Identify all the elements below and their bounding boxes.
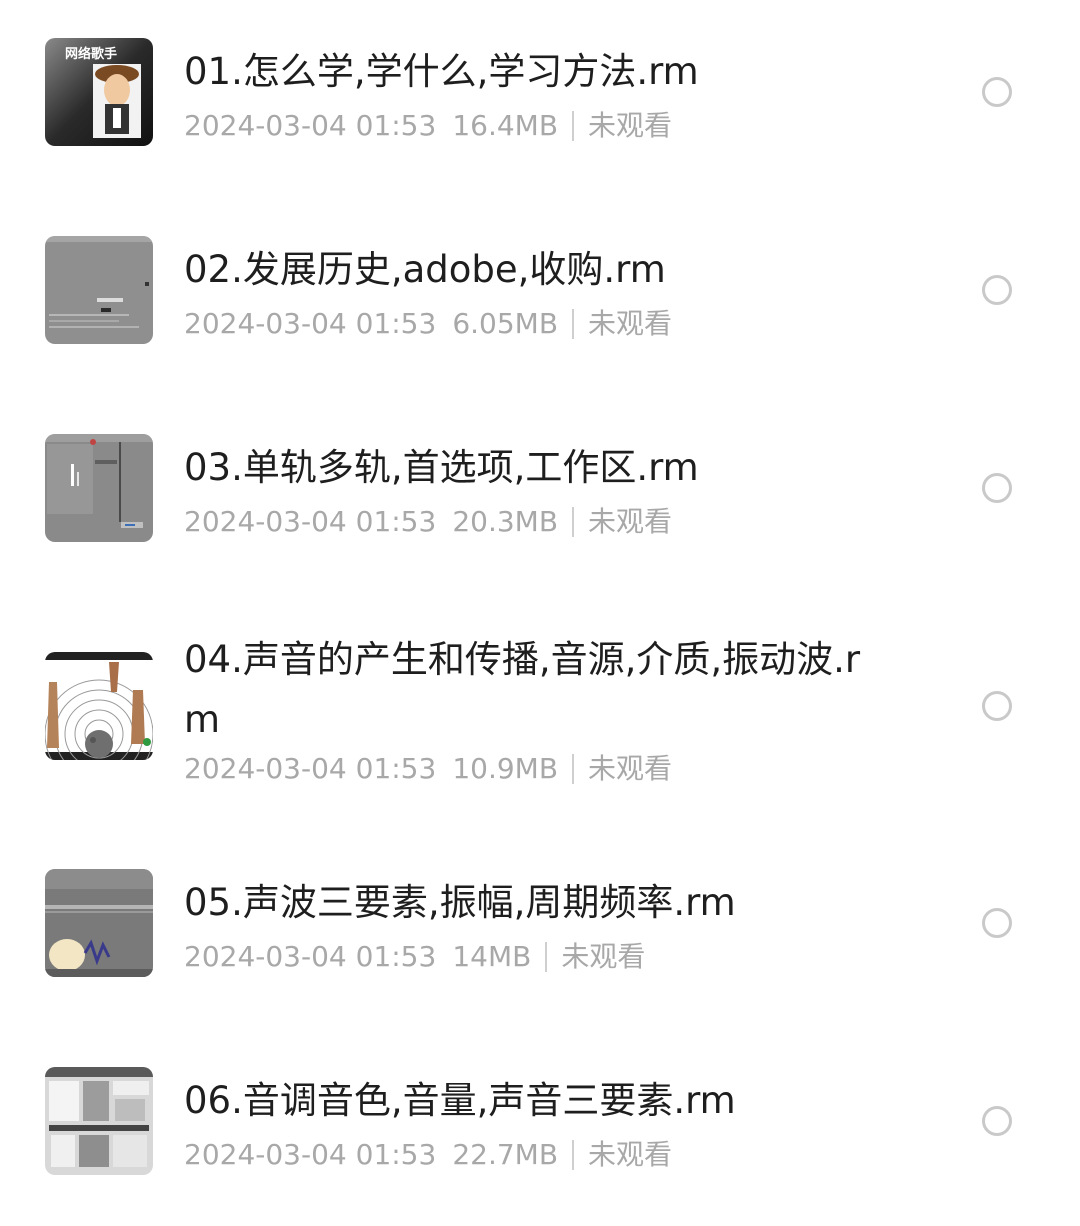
file-title: 02.发展历史,adobe,收购.rm <box>184 248 666 291</box>
meta-divider <box>545 942 548 972</box>
meta-divider <box>572 309 575 339</box>
meta-divider <box>572 111 575 141</box>
file-meta: 2024-03-04 01:53 16.4MB 未观看 <box>184 106 672 146</box>
file-list-item[interactable]: 03.单轨多轨,首选项,工作区.rm 2024-03-04 01:53 20.3… <box>0 396 1080 594</box>
file-meta: 2024-03-04 01:53 22.7MB 未观看 <box>184 1135 672 1175</box>
watch-status: 未观看 <box>588 505 673 538</box>
file-title: 06.音调音色,音量,声音三要素.rm <box>184 1079 736 1122</box>
file-size: 22.7MB <box>452 1138 559 1171</box>
watch-status: 未观看 <box>588 1138 673 1171</box>
file-date: 2024-03-04 01:53 <box>184 505 437 538</box>
file-list-item[interactable]: 04.声音的产生和传播,音源,介质,振动波.rm 2024-03-04 01:5… <box>0 594 1080 844</box>
file-list-item[interactable]: 网络歌手 01.怎么学,学什么,学习方法.rm 2024-03-04 01:53… <box>0 0 1080 198</box>
select-checkbox[interactable] <box>982 473 1012 503</box>
file-date: 2024-03-04 01:53 <box>184 940 437 973</box>
file-title: 05.声波三要素,振幅,周期频率.rm <box>184 881 736 924</box>
thumbnail-caption: 网络歌手 <box>65 47 118 62</box>
file-meta: 2024-03-04 01:53 14MB 未观看 <box>184 937 645 977</box>
video-thumbnail <box>45 869 153 977</box>
select-checkbox[interactable] <box>982 77 1012 107</box>
meta-divider <box>572 507 575 537</box>
file-list-item[interactable]: 05.声波三要素,振幅,周期频率.rm 2024-03-04 01:53 14M… <box>0 830 1080 1028</box>
meta-divider <box>572 754 575 784</box>
video-thumbnail <box>45 1067 153 1175</box>
select-checkbox[interactable] <box>982 1106 1012 1136</box>
file-list-item[interactable]: 02.发展历史,adobe,收购.rm 2024-03-04 01:53 6.0… <box>0 198 1080 396</box>
file-size: 10.9MB <box>452 752 559 785</box>
select-checkbox[interactable] <box>982 691 1012 721</box>
select-checkbox[interactable] <box>982 275 1012 305</box>
file-date: 2024-03-04 01:53 <box>184 307 437 340</box>
video-thumbnail: 网络歌手 <box>45 38 153 146</box>
file-meta: 2024-03-04 01:53 20.3MB 未观看 <box>184 502 672 542</box>
file-list-item[interactable]: 06.音调音色,音量,声音三要素.rm 2024-03-04 01:53 22.… <box>0 1028 1080 1226</box>
file-size: 6.05MB <box>452 307 559 340</box>
file-title: 01.怎么学,学什么,学习方法.rm <box>184 50 699 93</box>
watch-status: 未观看 <box>588 109 673 142</box>
file-title: 03.单轨多轨,首选项,工作区.rm <box>184 446 699 489</box>
file-size: 20.3MB <box>452 505 559 538</box>
watch-status: 未观看 <box>588 307 673 340</box>
meta-divider <box>572 1140 575 1170</box>
file-size: 14MB <box>452 940 532 973</box>
video-thumbnail <box>45 236 153 344</box>
file-size: 16.4MB <box>452 109 559 142</box>
file-date: 2024-03-04 01:53 <box>184 752 437 785</box>
file-meta: 2024-03-04 01:53 10.9MB 未观看 <box>184 749 672 789</box>
file-date: 2024-03-04 01:53 <box>184 109 437 142</box>
file-date: 2024-03-04 01:53 <box>184 1138 437 1171</box>
file-title: 04.声音的产生和传播,音源,介质,振动波.rm <box>184 638 861 741</box>
file-meta: 2024-03-04 01:53 6.05MB 未观看 <box>184 304 672 344</box>
watch-status: 未观看 <box>561 940 646 973</box>
select-checkbox[interactable] <box>982 908 1012 938</box>
video-thumbnail <box>45 652 153 760</box>
watch-status: 未观看 <box>588 752 673 785</box>
video-thumbnail <box>45 434 153 542</box>
